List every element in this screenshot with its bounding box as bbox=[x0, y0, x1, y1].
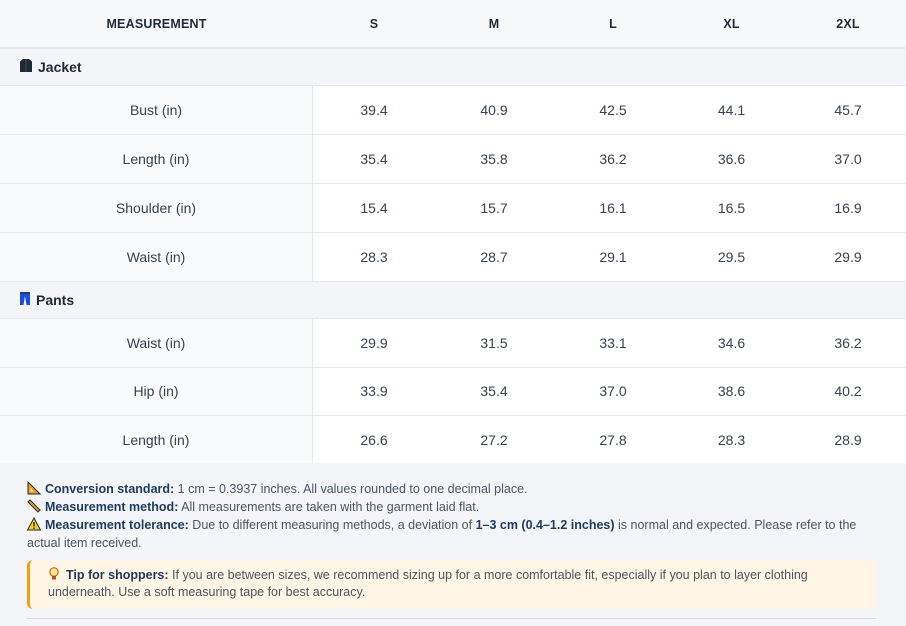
tolerance-range: 1–3 cm (0.4–1.2 inches) bbox=[475, 518, 615, 532]
table-cell: 45.7 bbox=[834, 102, 862, 118]
table-cell: 29.1 bbox=[599, 249, 627, 265]
note-method: Measurement method: All measurements are… bbox=[27, 498, 878, 516]
table-row: Shoulder (in) 15.4 15.7 16.1 16.5 16.9 bbox=[0, 184, 906, 233]
pants-icon bbox=[19, 291, 31, 309]
column-header-size-l: L bbox=[609, 16, 617, 31]
table-cell: 29.5 bbox=[717, 249, 746, 265]
table-cell: 36.6 bbox=[717, 151, 746, 167]
note-text: Due to different measuring methods, a de… bbox=[188, 518, 476, 532]
table-cell: 16.1 bbox=[599, 200, 627, 216]
table-cell: 29.9 bbox=[360, 334, 388, 351]
note-conversion: Conversion standard: 1 cm = 0.3937 inche… bbox=[27, 480, 878, 498]
table-cell: 44.1 bbox=[717, 102, 746, 118]
column-header-size-2xl: 2XL bbox=[836, 16, 860, 31]
note-text: All measurements are taken with the garm… bbox=[178, 500, 480, 514]
row-label: Waist (in) bbox=[0, 319, 313, 367]
table-cell: 40.9 bbox=[480, 102, 508, 118]
table-row: Waist (in) 29.9 31.5 33.1 34.6 36.2 bbox=[0, 319, 906, 368]
section-title-text: Pants bbox=[36, 292, 75, 308]
table-header: MEASUREMENT S M L XL 2XL bbox=[0, 0, 906, 49]
table-cell: 35.8 bbox=[480, 151, 508, 167]
row-label: Bust (in) bbox=[0, 86, 313, 134]
section-title: Pants bbox=[19, 291, 74, 309]
column-header-size-xl: XL bbox=[723, 16, 740, 31]
table-cell: 28.3 bbox=[360, 249, 388, 265]
table-cell: 35.4 bbox=[480, 383, 508, 400]
notes-panel: Conversion standard: 1 cm = 0.3937 inche… bbox=[0, 463, 906, 626]
table-cell: 38.6 bbox=[717, 383, 746, 400]
table-cell: 42.5 bbox=[599, 102, 627, 118]
size-chart-table: MEASUREMENT S M L XL 2XL Jacket Bust (in… bbox=[0, 0, 906, 465]
table-cell: 37.0 bbox=[599, 383, 627, 400]
table-cell: 33.9 bbox=[360, 383, 388, 400]
table-cell: 27.8 bbox=[599, 431, 627, 448]
row-label: Length (in) bbox=[0, 135, 313, 183]
table-cell: 16.5 bbox=[717, 200, 746, 216]
table-cell: 28.7 bbox=[480, 249, 508, 265]
table-row: Length (in) 26.6 27.2 27.8 28.3 28.9 bbox=[0, 416, 906, 465]
divider bbox=[27, 618, 876, 619]
table-cell: 29.9 bbox=[834, 249, 862, 265]
table-cell: 39.4 bbox=[360, 102, 388, 118]
note-text: 1 cm = 0.3937 inches. All values rounded… bbox=[174, 482, 528, 496]
column-header-size-m: M bbox=[488, 16, 500, 31]
table-cell: 27.2 bbox=[480, 431, 508, 448]
ruler-icon bbox=[27, 499, 41, 513]
row-label: Shoulder (in) bbox=[0, 184, 313, 232]
table-cell: 37.0 bbox=[834, 151, 862, 167]
column-header-size-s: S bbox=[369, 16, 379, 31]
table-cell: 26.6 bbox=[360, 431, 388, 448]
note-label: Measurement method: bbox=[45, 500, 179, 514]
table-row: Hip (in) 33.9 35.4 37.0 38.6 40.2 bbox=[0, 367, 906, 416]
table-cell: 35.4 bbox=[360, 151, 388, 167]
table-cell: 40.2 bbox=[834, 383, 862, 400]
table-cell: 34.6 bbox=[717, 334, 746, 351]
warning-icon bbox=[26, 516, 42, 531]
row-label: Hip (in) bbox=[0, 367, 313, 415]
table-cell: 16.9 bbox=[834, 200, 862, 216]
triangle-ruler-icon bbox=[27, 480, 42, 495]
table-row: Waist (in) 28.3 28.7 29.1 29.5 29.9 bbox=[0, 233, 906, 282]
shopper-tip: Tip for shoppers: If you are between siz… bbox=[27, 560, 876, 609]
table-cell: 15.4 bbox=[360, 200, 388, 216]
note-tolerance: Measurement tolerance: Due to different … bbox=[26, 516, 878, 552]
table-cell: 36.2 bbox=[834, 334, 862, 351]
table-row: Bust (in) 39.4 40.9 42.5 44.1 45.7 bbox=[0, 86, 906, 135]
note-label: Measurement tolerance: bbox=[45, 518, 189, 532]
row-label: Waist (in) bbox=[0, 233, 313, 281]
jacket-icon bbox=[19, 58, 33, 76]
row-label: Length (in) bbox=[0, 416, 313, 464]
table-cell: 15.7 bbox=[480, 200, 508, 216]
table-cell: 28.9 bbox=[834, 431, 862, 448]
lightbulb-icon bbox=[48, 567, 62, 581]
section-title-text: Jacket bbox=[38, 59, 82, 75]
section-header-pants: Pants bbox=[0, 282, 906, 319]
table-cell: 31.5 bbox=[480, 334, 508, 351]
tip-label: Tip for shoppers: bbox=[66, 568, 169, 582]
note-label: Conversion standard: bbox=[45, 482, 175, 496]
table-cell: 28.3 bbox=[717, 431, 746, 448]
section-title: Jacket bbox=[19, 58, 82, 76]
table-cell: 33.1 bbox=[599, 334, 627, 351]
table-row: Length (in) 35.4 35.8 36.2 36.6 37.0 bbox=[0, 135, 906, 184]
table-cell: 36.2 bbox=[599, 151, 627, 167]
column-header-measurement: MEASUREMENT bbox=[106, 16, 207, 31]
section-header-jacket: Jacket bbox=[0, 49, 906, 86]
